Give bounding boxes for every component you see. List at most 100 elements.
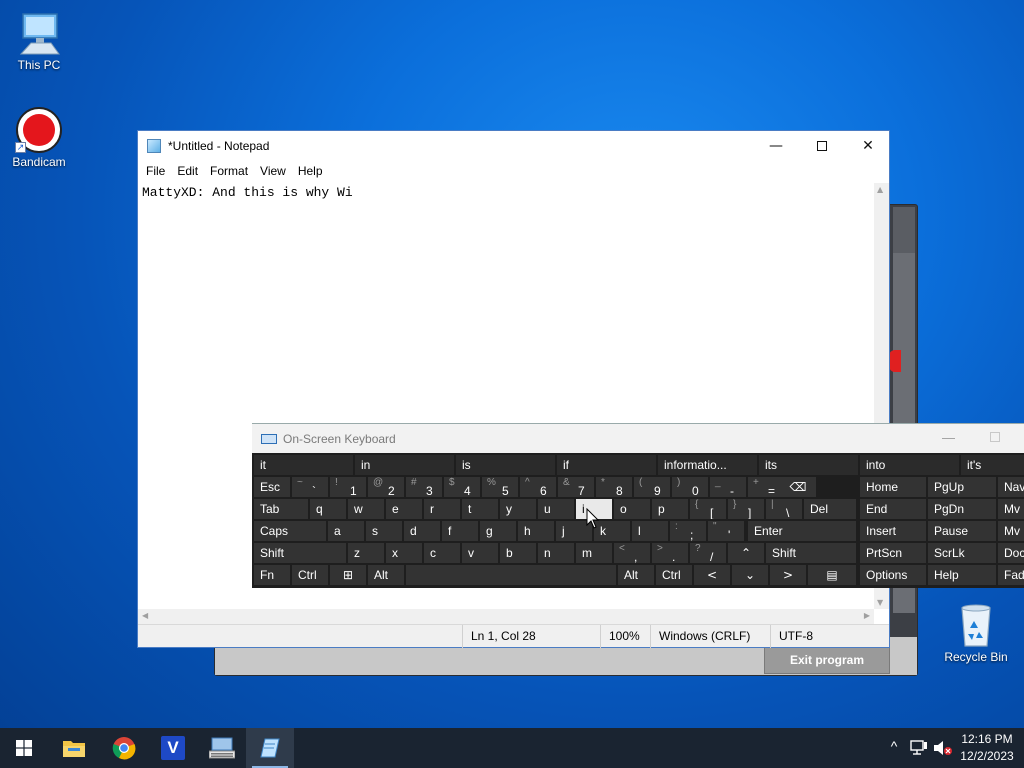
key-6[interactable]: ^ 6 — [520, 477, 556, 497]
key-8[interactable]: * 8 — [596, 477, 632, 497]
key-nav-insert[interactable]: Insert — [860, 521, 926, 541]
key-nav-pause[interactable]: Pause — [928, 521, 996, 541]
key-space[interactable] — [406, 565, 616, 585]
key-nav-dock[interactable]: Dock — [998, 543, 1024, 563]
key-0[interactable]: ) 0 — [672, 477, 708, 497]
menu-format[interactable]: Format — [204, 164, 254, 178]
key-t[interactable]: t — [462, 499, 498, 519]
close-button[interactable]: ✕ — [845, 131, 891, 161]
key-n[interactable]: n — [538, 543, 574, 563]
key-v[interactable]: v — [462, 543, 498, 563]
menu-view[interactable]: View — [254, 164, 292, 178]
key-nav-prtscn[interactable]: PrtScn — [860, 543, 926, 563]
taskbar-v-app[interactable]: V — [149, 728, 197, 768]
key-x[interactable]: x — [386, 543, 422, 563]
key-m[interactable]: m — [576, 543, 612, 563]
key-del[interactable]: Del — [804, 499, 856, 519]
key-caps[interactable]: Caps — [254, 521, 326, 541]
clock-time[interactable]: 12:16 PM — [954, 732, 1020, 746]
key-nav-home[interactable]: Home — [860, 477, 926, 497]
key-o[interactable]: o — [614, 499, 650, 519]
key-nav-options[interactable]: Options — [860, 565, 926, 585]
key-punct-row4-2[interactable]: ? / — [690, 543, 726, 563]
key-windows[interactable]: ⊞ — [330, 565, 366, 585]
key-y[interactable]: y — [500, 499, 536, 519]
scroll-down-icon[interactable]: ▼ — [877, 598, 883, 607]
scroll-up-icon[interactable]: ▲ — [877, 185, 883, 194]
taskbar-file-explorer[interactable] — [50, 728, 98, 768]
suggestion-its[interactable]: its — [759, 455, 858, 475]
key-fn[interactable]: Fn — [254, 565, 290, 585]
suggestion-is[interactable]: is — [456, 455, 555, 475]
exit-program-button[interactable]: Exit program — [764, 646, 890, 674]
key-nav-pgup[interactable]: PgUp — [928, 477, 996, 497]
desktop-icon-recycle-bin[interactable]: Recycle Bin — [940, 602, 1012, 664]
key-5[interactable]: % 5 — [482, 477, 518, 497]
key-ctrl-left[interactable]: Ctrl — [292, 565, 328, 585]
key-bracket-0[interactable]: {[ — [690, 499, 726, 519]
key-backspace[interactable]: ⌫ — [780, 477, 816, 497]
suggestion-if[interactable]: if — [557, 455, 656, 475]
key-shift-left[interactable]: Shift — [254, 543, 346, 563]
key-=[interactable]: + = — [748, 477, 784, 497]
suggestion-its-apostrophe[interactable]: it's — [961, 455, 1024, 475]
key-3[interactable]: #3 — [406, 477, 442, 497]
key-shift-right[interactable]: Shift — [766, 543, 856, 563]
key-arrow-down[interactable]: ⌄ — [732, 565, 768, 585]
key-7[interactable]: & 7 — [558, 477, 594, 497]
key-nav-help[interactable]: Help — [928, 565, 996, 585]
menu-file[interactable]: File — [140, 164, 171, 178]
key-menu[interactable]: ▤ — [808, 565, 856, 585]
key-u[interactable]: u — [538, 499, 574, 519]
scroll-right-icon[interactable]: ▶ — [864, 611, 870, 620]
key-h[interactable]: h — [518, 521, 554, 541]
key-nav-pgdn[interactable]: PgDn — [928, 499, 996, 519]
key-9[interactable]: (9 — [634, 477, 670, 497]
start-button[interactable] — [0, 728, 48, 768]
taskbar-notepad[interactable] — [246, 728, 294, 768]
key--[interactable]: _ - — [710, 477, 746, 497]
osk-minimize-button[interactable]: — — [942, 430, 955, 445]
key-1[interactable]: ! 1 — [330, 477, 366, 497]
key-f[interactable]: f — [442, 521, 478, 541]
menu-help[interactable]: Help — [292, 164, 329, 178]
key-arrow-right[interactable]: > — [770, 565, 806, 585]
taskbar-keyboard-app[interactable] — [198, 728, 246, 768]
key-s[interactable]: s — [366, 521, 402, 541]
tray-chevron-up-icon[interactable]: ^ — [886, 738, 902, 754]
key-b[interactable]: b — [500, 543, 536, 563]
osk-maximize-button[interactable] — [990, 432, 1000, 442]
key-a[interactable]: a — [328, 521, 364, 541]
key-w[interactable]: w — [348, 499, 384, 519]
horizontal-scrollbar[interactable]: ◀ ▶ — [138, 609, 874, 624]
osk-title-bar[interactable]: On-Screen Keyboard — [252, 424, 1024, 453]
key-enter[interactable]: Enter — [748, 521, 856, 541]
key-z[interactable]: z — [348, 543, 384, 563]
key-bracket-2[interactable]: | \ — [766, 499, 802, 519]
key-2[interactable]: @2 — [368, 477, 404, 497]
key-bracket-1[interactable]: }] — [728, 499, 764, 519]
taskbar-chrome[interactable] — [100, 728, 148, 768]
key-punct-row4-0[interactable]: <, — [614, 543, 650, 563]
key-ctrl-right[interactable]: Ctrl — [656, 565, 692, 585]
key-nav-mvd[interactable]: Mv D — [998, 521, 1024, 541]
key-tab[interactable]: Tab — [254, 499, 308, 519]
desktop-icon-this-pc[interactable]: This PC — [1, 10, 77, 72]
key-l[interactable]: l — [632, 521, 668, 541]
suggestion-into[interactable]: into — [860, 455, 959, 475]
key-nav-fade[interactable]: Fade — [998, 565, 1024, 585]
key-nav-nav[interactable]: Nav — [998, 477, 1024, 497]
key-`[interactable]: ~ ` — [292, 477, 328, 497]
minimize-button[interactable]: — — [753, 131, 799, 161]
suggestion-information[interactable]: informatio... — [658, 455, 757, 475]
key-c[interactable]: c — [424, 543, 460, 563]
key-alt-right[interactable]: Alt — [618, 565, 654, 585]
clock-date[interactable]: 12/2/2023 — [954, 749, 1020, 763]
key-d[interactable]: d — [404, 521, 440, 541]
key-esc[interactable]: Esc — [254, 477, 290, 497]
key-4[interactable]: $4 — [444, 477, 480, 497]
key-nav-scrlk[interactable]: ScrLk — [928, 543, 996, 563]
key-g[interactable]: g — [480, 521, 516, 541]
key-arrow-up[interactable]: ⌃ — [728, 543, 764, 563]
key-r[interactable]: r — [424, 499, 460, 519]
